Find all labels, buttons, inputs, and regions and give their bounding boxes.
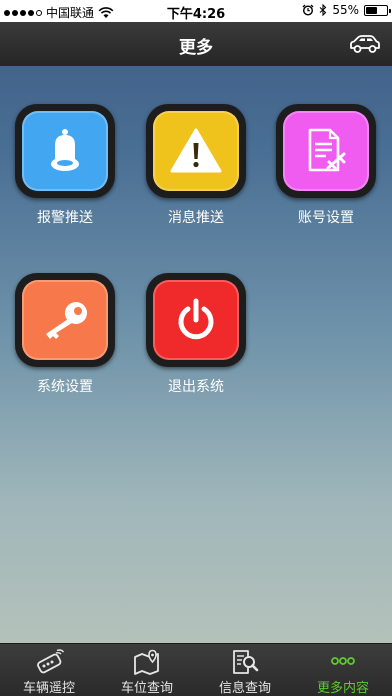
tile-background — [283, 111, 369, 191]
bell-icon — [51, 129, 79, 171]
screen: 中国联通 下午4:26 55% 更多 报警推送 消息推送 账号设置 系统设置 退… — [0, 0, 392, 696]
tab-label: 车辆遥控 — [22, 681, 75, 696]
battery-fill — [366, 6, 377, 14]
map-pin-icon — [134, 649, 159, 675]
tile-background — [22, 280, 108, 360]
tile-frame — [146, 104, 246, 198]
alarm-clock-icon — [302, 4, 314, 16]
tile-label: 账号设置 — [298, 210, 354, 226]
tab-label: 信息查询 — [218, 681, 271, 696]
status-bar: 中国联通 下午4:26 55% — [0, 0, 392, 22]
logout-button[interactable]: 退出系统 — [146, 273, 246, 396]
system-settings-button[interactable]: 系统设置 — [15, 273, 115, 396]
more-dots-icon — [331, 657, 355, 665]
page-title: 更多 — [179, 38, 213, 58]
power-icon — [178, 298, 214, 340]
status-right: 55% — [302, 3, 391, 17]
tile-frame — [276, 104, 376, 198]
bluetooth-icon — [319, 4, 327, 16]
remote-key-icon — [37, 649, 64, 674]
tile-frame — [15, 273, 115, 367]
tile-label: 系统设置 — [37, 379, 93, 395]
car-button[interactable] — [348, 31, 382, 57]
tab-more-content[interactable]: 更多内容 — [294, 644, 392, 696]
car-icon — [350, 35, 380, 53]
document-search-icon — [233, 650, 259, 674]
tab-bar: 车辆遥控 车位查询 信息查询 更多内容 — [0, 643, 392, 696]
tab-info-search[interactable]: 信息查询 — [196, 644, 294, 696]
navigation-bar: 更多 — [0, 22, 392, 66]
tile-label: 消息推送 — [168, 210, 224, 226]
tab-label: 更多内容 — [316, 681, 369, 696]
battery-icon — [364, 4, 391, 16]
tile-label: 退出系统 — [168, 379, 224, 395]
tile-background — [22, 111, 108, 191]
message-push-button[interactable]: 消息推送 — [146, 104, 246, 227]
alarm-push-button[interactable]: 报警推送 — [15, 104, 115, 227]
document-edit-icon — [308, 128, 346, 172]
tab-label: 车位查询 — [120, 681, 173, 696]
tile-background — [153, 280, 239, 360]
tile-label: 报警推送 — [37, 210, 93, 226]
tile-frame — [15, 104, 115, 198]
account-settings-button[interactable]: 账号设置 — [276, 104, 376, 227]
key-icon — [46, 302, 87, 339]
tab-vehicle-remote[interactable]: 车辆遥控 — [0, 644, 98, 696]
tab-parking-search[interactable]: 车位查询 — [98, 644, 196, 696]
tile-background — [153, 111, 239, 191]
battery-percent: 55% — [332, 3, 359, 17]
warning-icon — [170, 128, 222, 173]
tile-frame — [146, 273, 246, 367]
